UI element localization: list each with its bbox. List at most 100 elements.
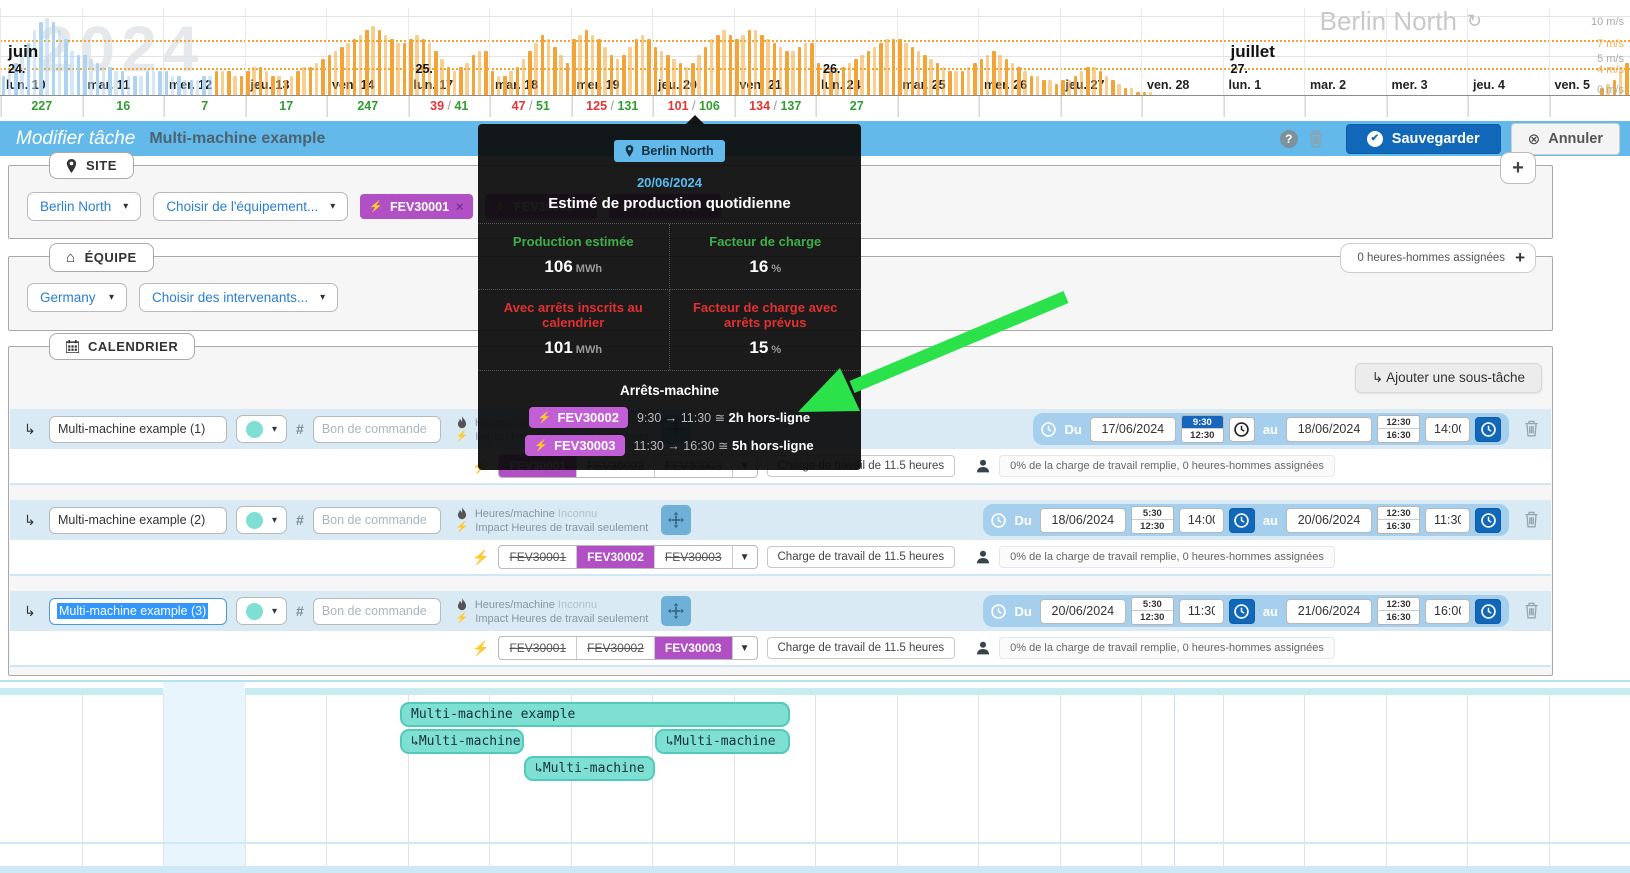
machine-tag[interactable]: ⚡ FEV30001 ×: [360, 194, 473, 219]
app-root: 2024 lun. 10227mar. 1116mer. 127jeu. 131…: [0, 0, 1630, 873]
end-shift-picker[interactable]: 12:30 16:30: [1377, 506, 1420, 534]
machine-toggle-fev30003[interactable]: FEV30003: [654, 637, 733, 659]
end-clock-button[interactable]: [1475, 507, 1501, 533]
wind-bar: [666, 55, 670, 96]
cancel-button[interactable]: ⊗ Annuler: [1510, 122, 1620, 155]
subtask-name-input[interactable]: Multi-machine example (3): [49, 597, 227, 625]
subtask-color-select[interactable]: ▾: [236, 597, 288, 625]
wind-bar: [747, 30, 752, 96]
wind-bar: [760, 34, 764, 96]
subtask-name-input[interactable]: [49, 415, 227, 443]
day-column[interactable]: mar. 1116: [81, 8, 164, 117]
purchase-order-input[interactable]: [312, 415, 441, 443]
delete-task-icon[interactable]: [1308, 130, 1324, 148]
members-select[interactable]: Choisir des intervenants... ▾: [139, 283, 339, 312]
start-time-input[interactable]: [1178, 598, 1224, 624]
start-date-input[interactable]: [1089, 416, 1176, 442]
wind-bar: [101, 67, 106, 96]
subtask-name-input[interactable]: [49, 506, 227, 534]
end-date-input[interactable]: [1286, 416, 1372, 442]
clock-icon: [1041, 421, 1057, 437]
end-time-input[interactable]: [1425, 416, 1470, 442]
save-button[interactable]: ✔ Sauvegarder: [1345, 123, 1501, 154]
wind-bar: [948, 71, 952, 96]
wind-bar: [1029, 75, 1034, 96]
equipment-select[interactable]: Choisir de l'équipement... ▾: [153, 192, 349, 221]
wind-bar: [810, 42, 814, 96]
end-clock-button[interactable]: [1475, 598, 1501, 624]
day-column[interactable]: jeu. 13 17: [244, 8, 327, 117]
remove-tag-icon[interactable]: ×: [456, 199, 464, 214]
metric-avec-arrets: Avec arrêts inscrits au calendrier 101 MW…: [478, 290, 670, 370]
gantt-bar-subtask-1[interactable]: ↳Multi-machine: [400, 729, 524, 754]
start-shift-picker[interactable]: 5:30 12:30: [1130, 506, 1174, 534]
chevron-down-icon: ▾: [330, 201, 336, 212]
day-column[interactable]: mer. 127: [163, 8, 245, 117]
wind-bar: [860, 55, 864, 96]
start-shift-picker[interactable]: 5:30 12:30: [1130, 597, 1174, 625]
wind-bar: [471, 55, 476, 96]
site-select-value: Berlin North: [40, 199, 112, 214]
end-shift-picker[interactable]: 12:30 16:30: [1377, 415, 1420, 443]
move-subtask-button[interactable]: [661, 596, 692, 626]
chevron-down-icon[interactable]: ▼: [733, 637, 757, 659]
machine-toggle-fev30003[interactable]: FEV30003: [655, 546, 733, 568]
wind-bar: [434, 50, 438, 96]
open-site-icon[interactable]: ↻: [1467, 11, 1482, 32]
end-shift-picker[interactable]: 12:30 16:30: [1377, 597, 1420, 625]
wind-bar: [584, 30, 589, 96]
start-date-input[interactable]: [1039, 507, 1126, 533]
wind-bar: [628, 46, 632, 96]
machine-toggle-fev30001[interactable]: FEV30001: [499, 546, 578, 568]
machine-toggle-fev30002[interactable]: FEV30002: [577, 546, 655, 568]
delete-subtask-icon[interactable]: [1524, 511, 1539, 528]
gantt-grid-line: [244, 694, 246, 866]
machine-toggle-fev30001[interactable]: FEV30001: [499, 637, 578, 659]
delete-subtask-icon[interactable]: [1524, 420, 1539, 437]
site-select[interactable]: Berlin North ▾: [27, 192, 142, 221]
start-date-input[interactable]: [1039, 598, 1126, 624]
start-clock-button[interactable]: [1228, 598, 1255, 624]
bolt-icon: ⚡: [472, 639, 490, 656]
subtask-color-select[interactable]: ▾: [236, 415, 288, 443]
wind-bar: [352, 38, 357, 96]
purchase-order-input[interactable]: [312, 597, 441, 625]
gantt-bar-subtask-2[interactable]: ↳Multi-machine: [655, 729, 790, 754]
wind-scale-label: 10 m/s: [1590, 16, 1624, 28]
wind-bar: [177, 75, 181, 96]
machine-toggle-fev30002[interactable]: FEV30002: [577, 637, 655, 659]
gantt-bar-task[interactable]: Multi-machine example: [400, 702, 790, 727]
help-icon[interactable]: ?: [1279, 129, 1298, 148]
add-site-button[interactable]: +: [1500, 152, 1536, 184]
end-date-input[interactable]: [1286, 507, 1372, 533]
end-clock-button[interactable]: [1475, 416, 1501, 442]
chevron-down-icon[interactable]: ▼: [733, 546, 757, 568]
add-hours-button[interactable]: +: [1515, 248, 1525, 268]
purchase-order-input[interactable]: [312, 506, 441, 534]
start-clock-button[interactable]: [1228, 507, 1255, 533]
end-time-input[interactable]: [1425, 598, 1470, 624]
du-label: Du: [1014, 603, 1032, 619]
team-select[interactable]: Germany ▾: [27, 283, 127, 312]
move-subtask-button[interactable]: [661, 505, 692, 535]
day-production-value: 16: [82, 96, 164, 117]
gantt-bar-subtask-3[interactable]: ↳Multi-machine: [524, 756, 655, 781]
wind-bar: [452, 71, 457, 96]
subtask-machines-row: ⚡ FEV30001FEV30002FEV30003▼ Charge de trav…: [10, 631, 1551, 667]
start-time-input[interactable]: [1178, 507, 1224, 533]
subtask-color-select[interactable]: ▾: [236, 506, 288, 534]
day-column[interactable]: jeu. 27: [1059, 8, 1142, 117]
delete-subtask-icon[interactable]: [1524, 602, 1539, 619]
start-clock-button[interactable]: [1228, 416, 1255, 442]
day-column[interactable]: mer. 26: [978, 8, 1060, 117]
start-shift-picker[interactable]: 9:30 12:30: [1180, 415, 1224, 443]
hours-assigned-badge: 0 heures-hommes assignées +: [1340, 243, 1536, 273]
add-subtask-button[interactable]: ↳ Ajouter une sous-tâche: [1354, 363, 1542, 393]
wind-bar: [189, 79, 194, 96]
wind-bar: [503, 75, 507, 96]
day-column[interactable]: ven. 28: [1141, 8, 1223, 117]
end-date-input[interactable]: [1286, 598, 1372, 624]
wind-bar: [985, 55, 990, 96]
end-time-input[interactable]: [1425, 507, 1470, 533]
wind-bar: [640, 34, 645, 96]
